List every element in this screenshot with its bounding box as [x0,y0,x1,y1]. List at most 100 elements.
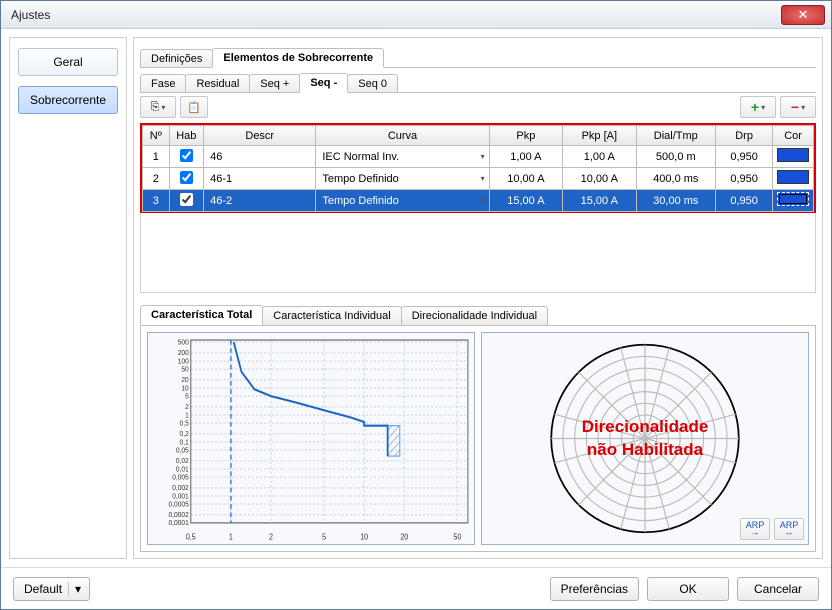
col-hab[interactable]: Hab [169,126,204,146]
cell-dial[interactable]: 500,0 m [636,146,716,168]
table-row[interactable]: 346-2Tempo Definido▾15,00 A15,00 A30,00 … [143,190,814,212]
tab-seq-zero[interactable]: Seq 0 [347,74,398,93]
chevron-down-icon: ▾ [761,103,765,112]
default-button[interactable]: Default ▾ [13,577,90,601]
cell-pkp[interactable]: 10,00 A [489,168,562,190]
tab-fase[interactable]: Fase [140,74,186,93]
cell-drp[interactable]: 0,950 [716,168,773,190]
cell-num[interactable]: 3 [143,190,170,212]
remove-row-button[interactable]: −▾ [780,96,816,118]
tab-label: Direcionalidade Individual [412,310,537,322]
tab-elementos-sobrecorrente[interactable]: Elementos de Sobrecorrente [212,48,384,68]
cell-pkpA[interactable]: 1,00 A [563,146,636,168]
cell-cor[interactable] [773,146,814,168]
sidebar-item-sobrecorrente[interactable]: Sobrecorrente [18,86,118,114]
directionality-disabled-message: Direcionalidade não Habilitada [582,416,709,462]
tab-direcionalidade-individual[interactable]: Direcionalidade Individual [401,306,548,325]
cell-drp[interactable]: 0,950 [716,146,773,168]
close-icon: ✕ [798,7,809,23]
chevron-down-icon[interactable]: ▾ [481,152,485,161]
copy-dropdown-button[interactable]: ⎘▾ [140,96,176,118]
arrow-right-icon: → [751,529,760,536]
col-drp[interactable]: Drp [716,126,773,146]
cell-pkpA[interactable]: 15,00 A [563,190,636,212]
tab-label: Definições [151,53,202,65]
main-panel: Definições Elementos de Sobrecorrente Fa… [133,37,823,559]
cell-curva[interactable]: Tempo Definido▾ [316,190,489,212]
table-header-row: Nº Hab Descr Curva Pkp Pkp [A] Dial/Tmp … [143,126,814,146]
elements-table-highlight: Nº Hab Descr Curva Pkp Pkp [A] Dial/Tmp … [140,123,816,214]
cell-hab[interactable] [169,168,204,190]
table-empty-area [140,213,816,293]
dialog-footer: Default ▾ Preferências OK Cancelar [1,567,831,609]
table-row[interactable]: 146IEC Normal Inv.▾1,00 A1,00 A500,0 m0,… [143,146,814,168]
svg-text:0,0001: 0,0001 [169,519,189,528]
svg-text:5: 5 [185,392,189,401]
col-num[interactable]: Nº [143,126,170,146]
tab-seq-plus[interactable]: Seq + [249,74,300,93]
cell-descr[interactable]: 46-1 [204,168,316,190]
paste-button[interactable]: 📋 [180,96,208,118]
col-pkp[interactable]: Pkp [489,126,562,146]
cell-hab[interactable] [169,146,204,168]
col-descr[interactable]: Descr [204,126,316,146]
chevron-down-icon: ▾ [161,103,165,112]
directionality-polar-chart[interactable]: Direcionalidade não Habilitada ARP→ ARP↔ [481,332,809,545]
cell-num[interactable]: 1 [143,146,170,168]
cell-dial[interactable]: 30,00 ms [636,190,716,212]
col-dial[interactable]: Dial/Tmp [636,126,716,146]
tab-definicoes[interactable]: Definições [140,49,213,68]
tab-label: Residual [196,78,239,90]
chevron-down-icon[interactable]: ▾ [481,174,485,183]
cell-cor[interactable] [773,168,814,190]
add-row-button[interactable]: +▾ [740,96,776,118]
svg-text:5: 5 [322,532,326,542]
cell-dial[interactable]: 400,0 ms [636,168,716,190]
col-pkpA[interactable]: Pkp [A] [563,126,636,146]
svg-text:0,005: 0,005 [172,473,189,482]
tab-seq-minus[interactable]: Seq - [299,73,348,93]
cell-pkp[interactable]: 1,00 A [489,146,562,168]
ok-button[interactable]: OK [647,577,729,601]
svg-text:50: 50 [181,365,188,374]
cell-pkp[interactable]: 15,00 A [489,190,562,212]
tab-label: Seq - [310,77,337,89]
cell-curva[interactable]: IEC Normal Inv.▾ [316,146,489,168]
table-row[interactable]: 246-1Tempo Definido▾10,00 A10,00 A400,0 … [143,168,814,190]
chevron-down-icon[interactable]: ▾ [68,582,87,596]
tab-label: Seq + [260,78,289,90]
tab-label: Fase [151,78,175,90]
time-current-chart[interactable]: 0,51251020505002001005020105210,50,20,10… [147,332,475,545]
sub-tabs: Fase Residual Seq + Seq - Seq 0 [140,71,816,93]
cell-num[interactable]: 2 [143,168,170,190]
tab-residual[interactable]: Residual [185,74,250,93]
cancel-button[interactable]: Cancelar [737,577,819,601]
chevron-down-icon: ▾ [801,103,805,112]
close-button[interactable]: ✕ [781,5,825,25]
arp-swap-button[interactable]: ARP↔ [774,518,804,540]
cell-pkpA[interactable]: 10,00 A [563,168,636,190]
sidebar: Geral Sobrecorrente [9,37,127,559]
col-curva[interactable]: Curva [316,126,489,146]
characteristic-tabs: Característica Total Característica Indi… [140,303,816,325]
cell-cor[interactable] [773,190,814,212]
tab-label: Característica Individual [273,310,390,322]
sidebar-item-geral[interactable]: Geral [18,48,118,76]
hab-checkbox[interactable] [180,149,193,162]
chevron-down-icon[interactable]: ▾ [481,196,485,205]
hab-checkbox[interactable] [180,193,193,206]
cell-drp[interactable]: 0,950 [716,190,773,212]
hab-checkbox[interactable] [180,171,193,184]
cell-curva[interactable]: Tempo Definido▾ [316,168,489,190]
tab-caracteristica-individual[interactable]: Característica Individual [262,306,401,325]
cell-descr[interactable]: 46-2 [204,190,316,212]
tab-caracteristica-total[interactable]: Característica Total [140,305,263,325]
cell-descr[interactable]: 46 [204,146,316,168]
tab-label: Característica Total [151,309,252,321]
svg-text:0,05: 0,05 [176,446,189,455]
arp-to-button[interactable]: ARP→ [740,518,770,540]
grid-toolbar: ⎘▾ 📋 +▾ −▾ [140,93,816,121]
col-cor[interactable]: Cor [773,126,814,146]
preferences-button[interactable]: Preferências [550,577,639,601]
cell-hab[interactable] [169,190,204,212]
